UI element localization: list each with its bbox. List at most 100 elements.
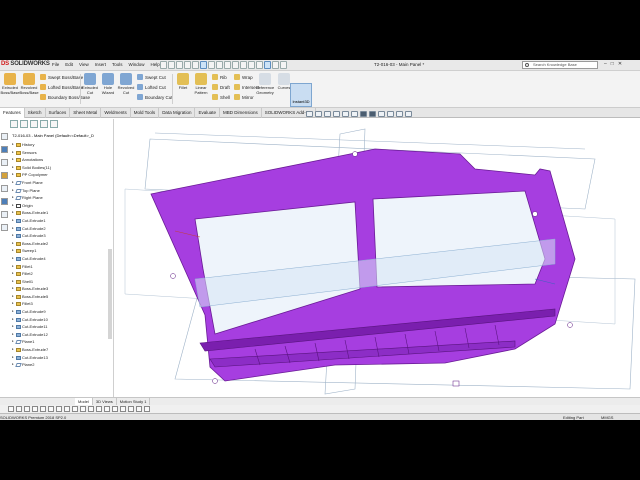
display-icon[interactable]: [248, 61, 255, 69]
units-selector[interactable]: MMGS: [601, 415, 613, 420]
edit-appearance-icon[interactable]: [378, 111, 385, 117]
expand-arrow-icon[interactable]: ▸: [12, 164, 14, 172]
menu-file[interactable]: File: [52, 62, 59, 67]
tab-data-migration[interactable]: Data Migration: [159, 108, 196, 118]
hide-show-icon[interactable]: [369, 111, 376, 117]
tree-item[interactable]: ▸ Annotations: [12, 156, 112, 164]
expand-arrow-icon[interactable]: ▸: [12, 270, 14, 278]
tab-sheet-metal[interactable]: Sheet Metal: [70, 108, 102, 118]
appearance-icon[interactable]: [232, 61, 239, 69]
expand-arrow-icon[interactable]: ▸: [12, 149, 14, 157]
custom-properties-icon[interactable]: [1, 211, 8, 218]
new-icon[interactable]: [160, 61, 167, 69]
print-icon[interactable]: [184, 61, 191, 69]
tree-item[interactable]: ▸ Front Plane: [12, 179, 112, 187]
select-icon[interactable]: [200, 61, 207, 69]
file-properties-icon[interactable]: [216, 61, 223, 69]
tree-item[interactable]: ▸ Fillet1: [12, 263, 112, 271]
expand-arrow-icon[interactable]: ▸: [12, 217, 14, 225]
menu-view[interactable]: View: [79, 62, 89, 67]
reference-geometry-button[interactable]: Reference Geometry: [254, 73, 276, 95]
expand-arrow-icon[interactable]: ▸: [12, 323, 14, 331]
tree-item[interactable]: ▸ Fillet3: [12, 300, 112, 308]
expand-arrow-icon[interactable]: ▸: [12, 202, 14, 210]
expand-arrow-icon[interactable]: ▸: [12, 187, 14, 195]
tree-item[interactable]: ▸ Solid Bodies(11): [12, 164, 112, 172]
store-icon[interactable]: [48, 406, 54, 412]
lofted-boss-button[interactable]: Lofted Boss/Base: [40, 84, 83, 90]
tree-item[interactable]: ▸ Shell1: [12, 278, 112, 286]
instant3d-button[interactable]: Instant3D: [290, 83, 312, 107]
search-input[interactable]: Search Knowledge Base: [522, 61, 598, 69]
tree-item[interactable]: ▸ Plane2: [12, 361, 112, 369]
tree-item[interactable]: ▸ Cut-Extrude13: [12, 354, 112, 362]
chrome-icon[interactable]: [72, 406, 78, 412]
tree-item[interactable]: ▸ Cut-Extrude9: [12, 308, 112, 316]
minimize-icon[interactable]: –: [604, 61, 607, 67]
folder-icon[interactable]: [80, 406, 86, 412]
task-view-icon[interactable]: [24, 406, 30, 412]
options-icon[interactable]: [224, 61, 231, 69]
tree-item[interactable]: ▸ Boss-Extrude2: [12, 240, 112, 248]
tree-item[interactable]: ▸ Fillet2: [12, 270, 112, 278]
tab-sketch[interactable]: Sketch: [25, 108, 46, 118]
shell-button[interactable]: Shell: [212, 94, 230, 100]
rib-button[interactable]: Rib: [212, 74, 227, 80]
expand-arrow-icon[interactable]: ▸: [12, 338, 14, 346]
view-palette-icon[interactable]: [1, 185, 8, 192]
expand-arrow-icon[interactable]: ▸: [12, 240, 14, 248]
expand-arrow-icon[interactable]: ▸: [12, 171, 14, 179]
expand-arrow-icon[interactable]: ▸: [12, 285, 14, 293]
expand-arrow-icon[interactable]: ▸: [12, 278, 14, 286]
display-style-icon[interactable]: [360, 111, 367, 117]
arrow-icon[interactable]: [272, 61, 279, 69]
tree-item[interactable]: ▸ Cut-Extrude10: [12, 316, 112, 324]
tree-scrollbar[interactable]: [108, 249, 112, 339]
expand-arrow-icon[interactable]: ▸: [12, 293, 14, 301]
tree-item[interactable]: ▸ Right Plane: [12, 194, 112, 202]
rebuild-icon[interactable]: [208, 61, 215, 69]
tree-item[interactable]: ▸ Cut-Extrude3: [12, 232, 112, 240]
tree-item[interactable]: ▸ Cut-Extrude11: [12, 323, 112, 331]
tab-features[interactable]: Features: [0, 108, 25, 118]
menu-window[interactable]: Window: [129, 62, 145, 67]
draft-button[interactable]: Draft: [212, 84, 230, 90]
3d-model-view[interactable]: [115, 119, 640, 397]
solidworks-taskbar-icon[interactable]: [64, 406, 70, 412]
settings-icon[interactable]: [88, 406, 94, 412]
dimxpert-tab-icon[interactable]: [40, 120, 48, 128]
appearances-icon[interactable]: [1, 198, 8, 205]
mail-icon[interactable]: [56, 406, 62, 412]
tab-mbd-dimensions[interactable]: MBD Dimensions: [220, 108, 262, 118]
view-icon[interactable]: [240, 61, 247, 69]
forum-icon[interactable]: [1, 224, 8, 231]
tree-item[interactable]: ▸ Boss-Extrude3: [12, 285, 112, 293]
expand-arrow-icon[interactable]: ▸: [12, 308, 14, 316]
home-icon[interactable]: [1, 133, 8, 140]
tab-surfaces[interactable]: Surfaces: [46, 108, 71, 118]
revolved-boss-button[interactable]: Revolved Boss/Base: [19, 73, 39, 95]
media-icon[interactable]: [96, 406, 102, 412]
section-view-icon[interactable]: [333, 111, 340, 117]
close-icon[interactable]: ✕: [618, 61, 622, 67]
explorer-icon[interactable]: [40, 406, 46, 412]
zoom-area-icon[interactable]: [315, 111, 322, 117]
tree-item[interactable]: ▸ Boss-Extrude1: [12, 209, 112, 217]
wrap-button[interactable]: Wrap: [234, 74, 253, 80]
tree-item[interactable]: ▸ Boss-Extrude5: [12, 293, 112, 301]
expand-arrow-icon[interactable]: ▸: [12, 141, 14, 149]
tree-item[interactable]: ▸ Sensors: [12, 149, 112, 157]
previous-view-icon[interactable]: [324, 111, 331, 117]
expand-arrow-icon[interactable]: ▸: [12, 263, 14, 271]
expand-arrow-icon[interactable]: ▸: [12, 354, 14, 362]
hole-wizard-button[interactable]: Hole Wizard: [98, 73, 118, 95]
measure-icon[interactable]: [256, 61, 263, 69]
extruded-cut-button[interactable]: Extruded Cut: [80, 73, 100, 95]
expand-arrow-icon[interactable]: ▸: [12, 255, 14, 263]
tree-item[interactable]: ▸ Boss-Extrude7: [12, 346, 112, 354]
resources-icon[interactable]: [1, 146, 8, 153]
tree-item[interactable]: ▸ Cut-Extrude12: [12, 331, 112, 339]
expand-arrow-icon[interactable]: ▸: [12, 179, 14, 187]
view-orientation-icon[interactable]: [351, 111, 358, 117]
fillet-button[interactable]: Fillet: [173, 73, 193, 91]
